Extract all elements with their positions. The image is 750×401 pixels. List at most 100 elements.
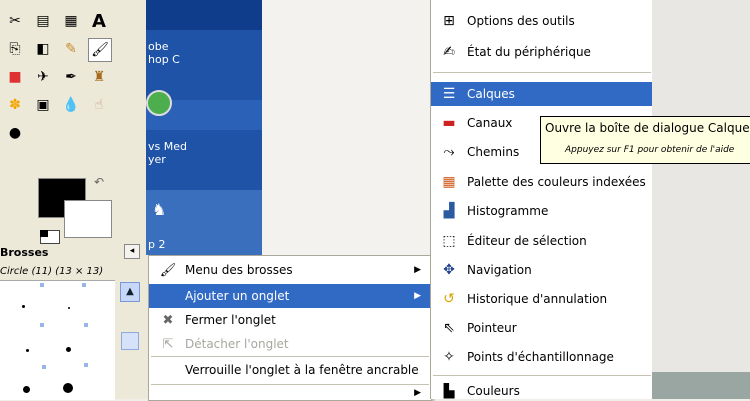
menu-item-pointer[interactable]: ⇖ Pointeur — [431, 316, 653, 340]
fuzzy-tool-icon[interactable]: ▦ — [60, 10, 82, 32]
selected-brush-label: Circle (11) (13 × 13) — [0, 266, 104, 277]
detach-icon: ⇱ — [162, 336, 174, 352]
menu-item-label: Ajouter un onglet — [185, 289, 290, 303]
clone-tool-icon[interactable]: ⎘ — [4, 38, 26, 60]
smudge-tool-icon[interactable]: ☝ — [88, 94, 110, 116]
grid-marker — [42, 365, 46, 369]
window-background — [652, 0, 750, 399]
paintbrush-tool-icon[interactable]: 🖌 — [88, 38, 112, 62]
menu-item-label: Pointeur — [467, 321, 517, 335]
grid-marker — [40, 323, 44, 327]
menu-item-label: Éditeur de sélection — [467, 234, 587, 248]
image-canvas-edge — [652, 372, 750, 399]
grid-marker — [84, 323, 88, 327]
perspective-clone-icon[interactable]: ▣ — [32, 94, 54, 116]
brush-icon: 🖌 — [159, 262, 177, 278]
brush-preview[interactable] — [23, 386, 30, 393]
menu-separator — [151, 384, 429, 385]
background-color[interactable] — [64, 200, 112, 238]
tooltip: Ouvre la boîte de dialogue Calques Appuy… — [540, 116, 750, 164]
menu-item-label: Palette des couleurs indexées — [467, 175, 646, 189]
brush-preview[interactable] — [66, 347, 71, 352]
menu-item-label: Histogramme — [467, 204, 549, 218]
brush-preview[interactable] — [22, 305, 25, 308]
menu-item-tool-options[interactable]: ⊞ Options des outils — [431, 9, 653, 33]
menu-item-add-tab[interactable]: Ajouter un onglet ▶ — [149, 284, 431, 308]
desktop-icon-label: yer — [148, 153, 166, 166]
histogram-icon: ▟ — [443, 203, 455, 219]
submenu-arrow-icon: ▶ — [414, 388, 421, 398]
desktop-icon-label: p 2 — [148, 238, 166, 251]
panel-menu-button[interactable]: ◂ — [124, 244, 140, 259]
menu-item-partial[interactable]: ▶ — [149, 386, 431, 400]
navigation-icon: ✥ — [443, 262, 455, 278]
pencil-tool-icon[interactable]: ✎ — [60, 38, 82, 60]
submenu-arrow-icon: ▶ — [414, 291, 421, 301]
menu-item-label: Chemins — [467, 145, 520, 159]
ink-tool-icon[interactable]: ✒ — [60, 66, 82, 88]
menu-item-undo-history[interactable]: ↺ Historique d'annulation — [431, 287, 653, 311]
print-tool-icon[interactable]: ▤ — [32, 10, 54, 32]
menu-item-label: Navigation — [467, 263, 532, 277]
menu-item-selection-editor[interactable]: ⬚ Éditeur de sélection — [431, 229, 653, 253]
brush-preview[interactable] — [63, 383, 73, 393]
brush-grid[interactable] — [0, 280, 115, 400]
airbrush-tool-icon[interactable]: ✈ — [32, 66, 54, 88]
close-x-icon: ✖ — [162, 312, 174, 328]
tooltip-text: Ouvre la boîte de dialogue Calques — [545, 121, 750, 135]
stamp-tool-icon[interactable]: ♜ — [88, 66, 110, 88]
grid-marker — [84, 363, 88, 367]
desktop-app-icon[interactable] — [146, 90, 172, 116]
device-status-icon: ✍ — [443, 44, 455, 60]
menu-item-sample-points[interactable]: ✧ Points d'échantillonnage — [431, 345, 653, 369]
dialogs-submenu: ⊞ Options des outils ✍ État du périphéri… — [430, 0, 654, 399]
menu-separator — [433, 375, 651, 376]
menu-item-label: Calques — [467, 87, 515, 101]
desktop-icon-label: hop C — [148, 53, 180, 66]
tool-options-icon: ⊞ — [443, 13, 455, 29]
brush-preview[interactable] — [68, 307, 70, 309]
heal-tool-icon[interactable]: ✽ — [4, 94, 26, 116]
desktop-app-icon[interactable]: ♞ — [152, 200, 168, 219]
menu-item-layers[interactable]: ☰ Calques — [431, 82, 653, 106]
desktop-background: obe hop C vs Med yer p 2 ♞ — [146, 0, 264, 255]
swap-colors-icon[interactable]: ↶ — [94, 175, 104, 189]
layers-icon: ☰ — [442, 86, 456, 102]
menu-item-label: Détacher l'onglet — [185, 337, 289, 351]
menu-item-device-status[interactable]: ✍ État du périphérique — [431, 40, 653, 64]
window-background — [262, 0, 430, 255]
grid-marker — [40, 283, 44, 287]
scroll-up-arrow[interactable]: ▲ — [120, 282, 140, 302]
menu-item-label: État du périphérique — [467, 45, 591, 59]
menu-item-label: Verrouille l'onglet à la fenêtre ancrabl… — [185, 363, 419, 377]
menu-item-label: Fermer l'onglet — [185, 313, 276, 327]
menu-item-brushes-menu[interactable]: 🖌 Menu des brosses ▶ — [149, 258, 431, 282]
scissors-select-icon[interactable]: ✂ — [4, 10, 26, 32]
menu-item-label: Options des outils — [467, 14, 575, 28]
sample-points-icon: ✧ — [443, 349, 455, 365]
menu-item-navigation[interactable]: ✥ Navigation — [431, 258, 653, 282]
brushes-panel-title: Brosses — [0, 246, 49, 259]
menu-item-colors[interactable]: ▙ Couleurs — [431, 383, 653, 399]
menu-item-histogram[interactable]: ▟ Histogramme — [431, 199, 653, 223]
eraser-tool-icon[interactable]: ■ — [4, 66, 26, 88]
submenu-arrow-icon: ▶ — [414, 265, 421, 275]
dodge-burn-tool-icon[interactable]: ● — [4, 122, 26, 144]
blur-tool-icon[interactable]: 💧 — [60, 94, 82, 116]
fg-bg-color-swatches[interactable]: ↶ — [8, 150, 112, 244]
default-colors-icon[interactable] — [40, 230, 60, 244]
text-tool-icon[interactable]: A — [88, 10, 110, 32]
menu-item-detach-tab[interactable]: ⇱ Détacher l'onglet — [149, 332, 431, 356]
palette-icon: ▦ — [442, 174, 456, 190]
colors-icon: ▙ — [443, 383, 455, 399]
menu-item-label: Menu des brosses — [185, 263, 293, 277]
brush-preview[interactable] — [26, 349, 29, 352]
menu-item-close-tab[interactable]: ✖ Fermer l'onglet — [149, 308, 431, 332]
blend-tool-icon[interactable]: ◧ — [32, 38, 54, 60]
menu-item-lock-tab[interactable]: Verrouille l'onglet à la fenêtre ancrabl… — [149, 358, 431, 382]
scrollbar-thumb[interactable] — [121, 332, 139, 350]
toolbox: ✂ ▤ ▦ A ⎘ ◧ ✎ 🖌 ■ ✈ ✒ ♜ ✽ ▣ 💧 ☝ ● ↶ Bros… — [0, 0, 148, 400]
menu-item-label: Historique d'annulation — [467, 292, 608, 306]
menu-item-indexed-palette[interactable]: ▦ Palette des couleurs indexées — [431, 170, 653, 194]
desktop-icon-label: vs Med — [148, 140, 187, 153]
